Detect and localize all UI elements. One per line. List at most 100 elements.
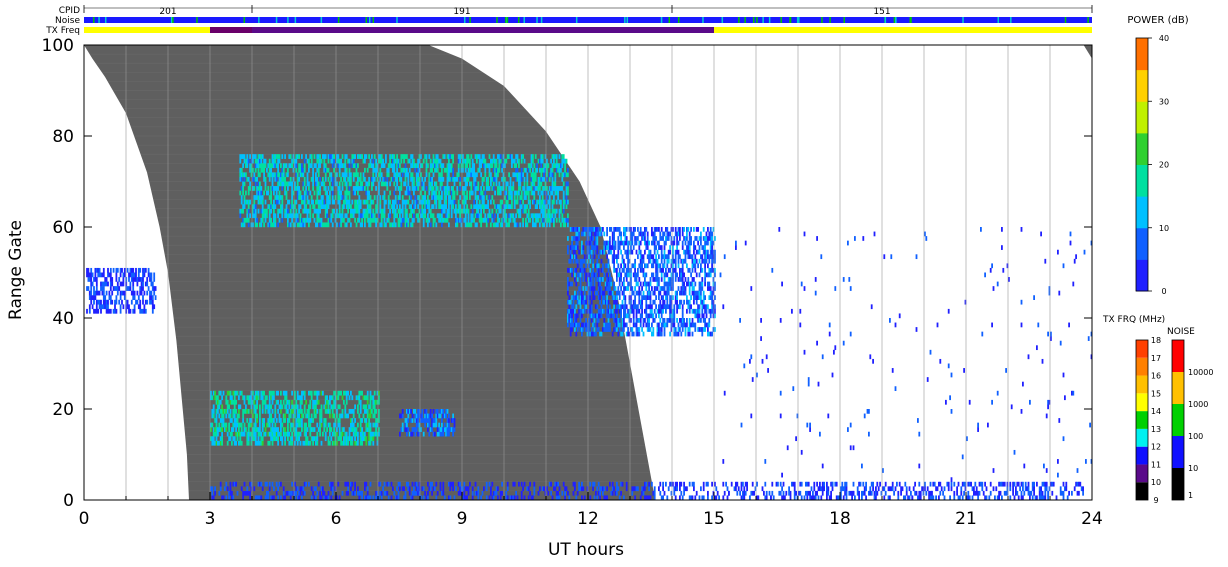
echo-cell	[686, 263, 688, 269]
echo-cell	[132, 281, 135, 287]
echo-cell	[317, 181, 320, 187]
echo-cell	[532, 154, 534, 159]
echo-cell	[275, 418, 278, 423]
echo-cell	[389, 213, 391, 219]
echo-cell	[548, 208, 551, 214]
echo-cell	[296, 181, 299, 187]
echo-cell	[90, 267, 93, 273]
echo-cell	[476, 222, 478, 228]
echo-cell	[291, 195, 293, 200]
echo-cell	[268, 486, 271, 492]
echo-cell	[688, 286, 691, 291]
echo-cell	[519, 199, 522, 205]
echo-cell	[476, 172, 478, 178]
echo-cell	[651, 286, 653, 291]
echo-cell	[341, 395, 344, 401]
echo-cell	[285, 163, 288, 169]
echo-cell	[301, 399, 303, 405]
echo-cell	[249, 199, 251, 205]
echo-cell	[287, 427, 289, 432]
echo-cell	[366, 490, 369, 496]
echo-cell	[329, 190, 331, 196]
echo-cell	[236, 390, 239, 396]
echo-cell	[259, 427, 261, 432]
echo-cell	[275, 190, 278, 196]
echo-cell	[484, 158, 487, 164]
echo-cell	[333, 167, 335, 173]
echo-cell	[253, 186, 256, 191]
echo-cell	[260, 431, 263, 437]
echo-cell	[278, 190, 281, 196]
echo-cell	[620, 236, 622, 241]
noise-tick	[702, 17, 704, 23]
echo-cell	[607, 267, 610, 273]
echo-cell	[361, 427, 363, 432]
echo-cell	[695, 236, 698, 241]
echo-cell	[389, 208, 391, 214]
echo-cell	[337, 154, 340, 159]
echo-cell	[534, 176, 537, 182]
echo-cell	[618, 227, 621, 232]
echo-cell	[618, 281, 621, 287]
echo-cell	[662, 308, 664, 314]
noise-tick	[93, 17, 95, 23]
echo-cell	[620, 272, 622, 278]
echo-cell	[477, 186, 480, 191]
echo-cell	[344, 176, 347, 182]
echo-cell	[691, 267, 694, 273]
echo-cell	[373, 413, 376, 419]
echo-cell	[401, 208, 404, 214]
echo-cell	[289, 427, 292, 432]
echo-cell	[414, 195, 417, 200]
echo-cell	[386, 176, 389, 182]
echo-cell	[257, 208, 260, 214]
echo-cell	[525, 217, 527, 223]
echo-cell	[260, 158, 263, 164]
echo-cell	[487, 181, 489, 187]
echo-cell	[365, 404, 368, 410]
echo-cell	[90, 286, 93, 291]
echo-cell	[369, 427, 372, 432]
echo-cell	[492, 199, 495, 205]
echo-cell	[331, 195, 334, 200]
echo-cell	[268, 422, 271, 428]
echo-cell	[428, 204, 431, 209]
echo-cell	[254, 431, 257, 437]
echo-cell	[435, 422, 438, 428]
echo-cell	[600, 304, 603, 310]
echo-cell	[590, 254, 593, 260]
echo-cell	[606, 272, 608, 278]
echo-cell	[343, 399, 345, 405]
echo-cell	[429, 222, 432, 228]
echo-cell	[315, 172, 317, 178]
echo-cell	[243, 399, 246, 405]
echo-cell	[309, 208, 312, 214]
echo-cell	[613, 236, 615, 241]
echo-cell	[393, 204, 396, 209]
echo-cell	[319, 163, 321, 169]
echo-cell	[666, 295, 669, 300]
echo-cell	[680, 299, 683, 305]
echo-cell	[583, 290, 586, 296]
echo-cell	[278, 154, 281, 159]
echo-cell	[264, 431, 267, 437]
echo-cell	[618, 322, 621, 328]
echo-cell	[533, 190, 536, 196]
echo-cell	[676, 318, 678, 323]
echo-cell	[618, 327, 621, 332]
echo-cell	[338, 167, 341, 173]
echo-cell	[554, 176, 557, 182]
echo-cell	[442, 163, 445, 169]
echo-cell	[375, 409, 377, 414]
echo-cell	[242, 208, 244, 214]
echo-cell	[259, 409, 261, 414]
echo-cell	[226, 399, 229, 405]
echo-cell	[572, 258, 575, 264]
echo-cell	[683, 318, 685, 323]
echo-cell	[637, 236, 639, 241]
echo-cell	[345, 213, 348, 219]
echo-cell	[338, 181, 341, 187]
echo-cell	[348, 395, 351, 401]
header-rows: 201 191 151	[83, 5, 1093, 33]
echo-cell	[443, 154, 446, 159]
